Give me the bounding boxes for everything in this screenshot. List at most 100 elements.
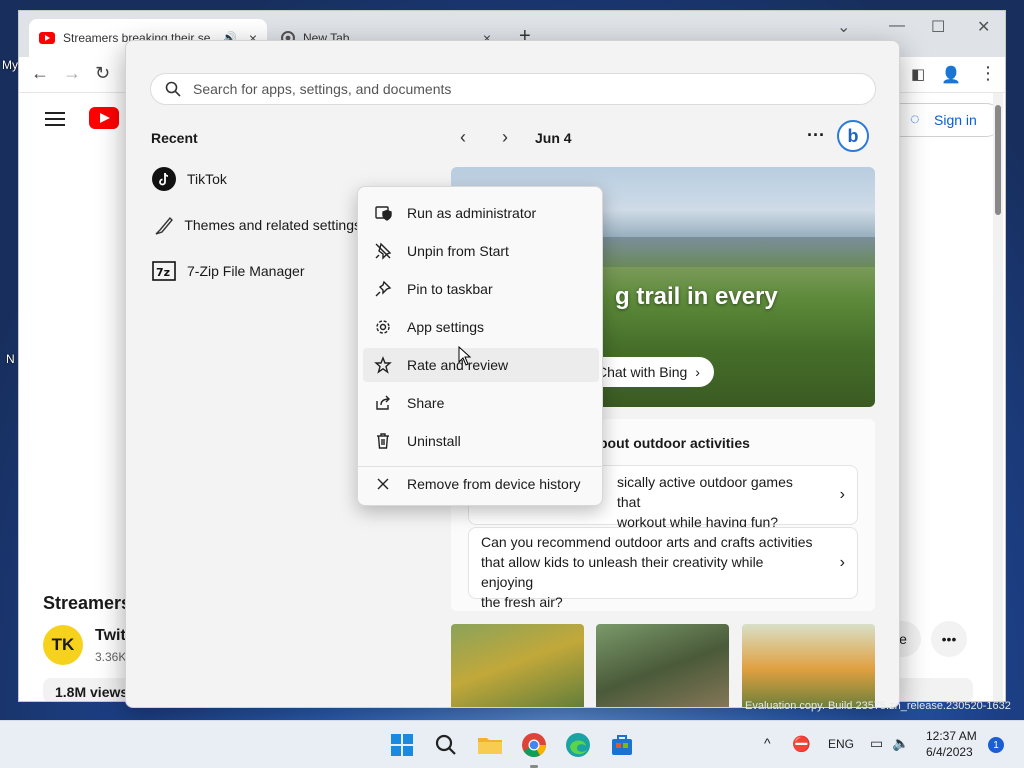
- edge-icon: [566, 733, 590, 757]
- search-placeholder: Search for apps, settings, and documents: [193, 81, 452, 97]
- back-arrow-icon[interactable]: ←: [31, 63, 49, 84]
- previous-arrow-icon[interactable]: ‹: [460, 127, 466, 148]
- chevron-right-icon: ›: [839, 554, 845, 571]
- desktop-icon-label[interactable]: N: [6, 352, 15, 366]
- hero-headline: g trail in every: [615, 283, 778, 310]
- language-indicator[interactable]: ENG: [828, 737, 854, 751]
- menu-item-unpin-from-start[interactable]: Unpin from Start: [363, 234, 599, 268]
- store-taskbar-button[interactable]: [608, 731, 636, 759]
- menu-item-app-settings[interactable]: App settings: [363, 310, 599, 344]
- sign-in-label: Sign in: [934, 112, 977, 128]
- taskbar-search-button[interactable]: [432, 731, 460, 759]
- chrome-taskbar-button[interactable]: [520, 731, 548, 759]
- more-actions-button[interactable]: •••: [931, 621, 967, 657]
- bing-icon[interactable]: b: [837, 120, 869, 152]
- minimize-button[interactable]: —: [889, 17, 905, 35]
- suggestion-text: the fresh air?: [481, 594, 563, 610]
- close-icon: [373, 474, 393, 494]
- recent-item-themes[interactable]: Themes and related settings: [151, 205, 361, 245]
- chevron-right-icon: ›: [839, 486, 845, 503]
- menu-item-pin-to-taskbar[interactable]: Pin to taskbar: [363, 272, 599, 306]
- menu-item-label: App settings: [407, 319, 485, 335]
- shield-icon: [373, 203, 393, 223]
- profile-icon[interactable]: 👤: [941, 65, 961, 85]
- channel-avatar[interactable]: TK: [43, 625, 83, 665]
- thumbnail-hiker[interactable]: [451, 624, 584, 707]
- network-icon[interactable]: ⛔: [792, 735, 811, 753]
- menu-dots-icon[interactable]: ⋮: [979, 63, 997, 84]
- youtube-icon: [39, 32, 55, 44]
- menu-item-run-as-admin[interactable]: Run as administrator: [363, 196, 599, 230]
- clock-date[interactable]: 6/4/2023: [926, 745, 973, 759]
- youtube-logo[interactable]: [89, 107, 119, 129]
- recent-item-label: 7-Zip File Manager: [187, 263, 305, 279]
- 7zip-icon: 7z: [151, 258, 177, 284]
- display-icon[interactable]: ▭: [870, 735, 883, 752]
- volume-icon[interactable]: 🔈: [892, 735, 909, 752]
- folder-icon: [478, 738, 502, 754]
- pin-icon: [373, 279, 393, 299]
- suggestion-text: that allow kids to unleash their creativ…: [481, 554, 764, 590]
- menu-item-label: Share: [407, 395, 445, 411]
- date-label: Jun 4: [535, 130, 572, 146]
- menu-item-label: Remove from device history: [407, 476, 581, 492]
- tab-search-button[interactable]: ⌄: [837, 17, 850, 37]
- menu-item-share[interactable]: Share: [363, 386, 599, 420]
- store-icon: [612, 735, 632, 755]
- search-icon: [435, 734, 456, 755]
- brush-icon: [151, 212, 174, 238]
- desktop-icon-label[interactable]: My: [2, 58, 18, 72]
- windows-icon: [391, 734, 413, 756]
- channel-name[interactable]: Twit: [95, 627, 126, 645]
- notification-badge[interactable]: 1: [988, 737, 1004, 753]
- context-menu: Run as administrator Unpin from Start Pi…: [357, 186, 604, 506]
- recent-item-7zip[interactable]: 7z 7-Zip File Manager: [151, 251, 381, 291]
- menu-item-label: Pin to taskbar: [407, 281, 493, 297]
- suggestion-text: Can you recommend outdoor arts and craft…: [481, 534, 813, 550]
- close-window-button[interactable]: ✕: [977, 17, 990, 37]
- taskbar: ^ ⛔ ENG ▭ 🔈 12:37 AM 6/4/2023 1: [0, 720, 1024, 768]
- menu-item-label: Uninstall: [407, 433, 461, 449]
- suggestion-card[interactable]: Can you recommend outdoor arts and craft…: [468, 527, 858, 610]
- side-panel-icon[interactable]: ◧: [911, 65, 925, 83]
- video-title[interactable]: Streamers: [43, 593, 131, 614]
- chrome-icon: [522, 733, 546, 758]
- thumbnail-park[interactable]: [596, 624, 729, 707]
- mouse-cursor-icon: [458, 346, 472, 366]
- file-explorer-button[interactable]: [476, 731, 504, 759]
- reload-icon[interactable]: ↻: [95, 63, 110, 84]
- next-arrow-icon[interactable]: ›: [502, 127, 508, 148]
- subscriber-count: 3.36K: [95, 650, 127, 664]
- search-icon: [165, 81, 181, 97]
- trash-icon: [373, 431, 393, 451]
- maximize-button[interactable]: ☐: [931, 17, 945, 37]
- start-button[interactable]: [388, 731, 416, 759]
- clock-time[interactable]: 12:37 AM: [926, 729, 977, 743]
- evaluation-watermark: Evaluation copy. Build 23575.zn_release.…: [745, 700, 1011, 712]
- sign-in-button[interactable]: ◌ Sign in: [883, 103, 1003, 137]
- star-icon: [373, 355, 393, 375]
- menu-item-rate-and-review[interactable]: Rate and review: [363, 348, 599, 382]
- search-input[interactable]: Search for apps, settings, and documents: [150, 73, 876, 105]
- unpin-icon: [373, 241, 393, 261]
- share-icon: [373, 393, 393, 413]
- tiktok-icon: [151, 166, 177, 192]
- menu-item-remove-from-history[interactable]: Remove from device history: [363, 467, 599, 501]
- menu-item-uninstall[interactable]: Uninstall: [363, 424, 599, 458]
- chevron-right-icon: ›: [695, 364, 700, 380]
- more-options-button[interactable]: ···: [807, 125, 825, 146]
- menu-item-label: Run as administrator: [407, 205, 537, 221]
- suggestions-heading: bout outdoor activities: [599, 435, 750, 451]
- svg-text:7z: 7z: [156, 266, 170, 279]
- tray-overflow-chevron-icon[interactable]: ^: [764, 735, 771, 751]
- recent-item-label: TikTok: [187, 171, 227, 187]
- forward-arrow-icon[interactable]: →: [63, 63, 81, 84]
- suggestion-text: sically active outdoor games that: [617, 474, 793, 510]
- recent-item-tiktok[interactable]: TikTok: [151, 159, 381, 199]
- scrollbar[interactable]: [993, 93, 1003, 701]
- scrollbar-thumb[interactable]: [995, 105, 1001, 215]
- thumbnail-camping[interactable]: [742, 624, 875, 707]
- chat-with-bing-label: Chat with Bing: [597, 364, 688, 380]
- hamburger-menu-icon[interactable]: [45, 111, 65, 127]
- edge-taskbar-button[interactable]: [564, 731, 592, 759]
